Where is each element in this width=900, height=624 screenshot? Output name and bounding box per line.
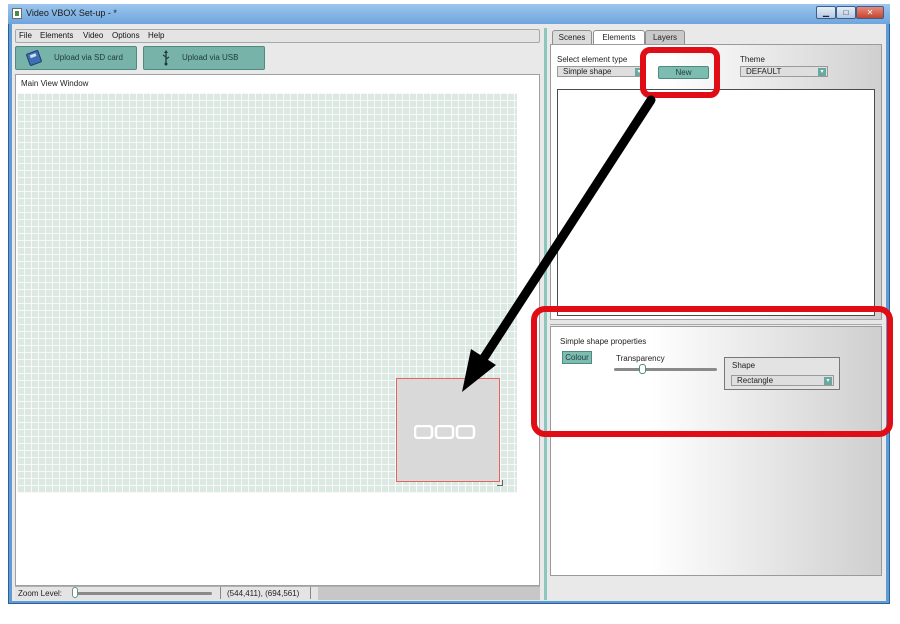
zoom-label: Zoom Level: <box>18 589 63 598</box>
main-view-label: Main View Window <box>21 79 89 88</box>
select-element-type-label: Select element type <box>557 55 628 64</box>
maximize-button[interactable]: □ <box>836 6 856 19</box>
menu-options[interactable]: Options <box>112 31 140 40</box>
zoom-slider-track[interactable] <box>72 592 212 595</box>
usb-icon <box>162 50 170 66</box>
element-type-select[interactable]: Simple shape ▾ <box>557 66 645 77</box>
resize-handle[interactable] <box>497 480 503 486</box>
tab-scenes[interactable]: Scenes <box>552 30 592 44</box>
theme-value: DEFAULT <box>746 67 782 76</box>
upload-usb-label: Upload via USB <box>182 53 239 62</box>
selection-coordinates: (544,411), (694,561) <box>227 589 300 598</box>
tab-elements[interactable]: Elements <box>593 30 645 44</box>
elements-list[interactable] <box>557 89 875 316</box>
sd-card-icon <box>26 50 42 66</box>
element-type-value: Simple shape <box>563 67 612 76</box>
title-bar[interactable] <box>8 4 890 24</box>
status-separator <box>310 587 311 599</box>
upload-sd-label: Upload via SD card <box>54 53 123 62</box>
status-separator <box>220 587 221 599</box>
bottom-bar <box>550 576 882 600</box>
close-button[interactable]: ✕ <box>856 6 884 19</box>
theme-select[interactable]: DEFAULT ▾ <box>740 66 828 77</box>
status-fill <box>318 587 540 600</box>
zoom-slider-thumb[interactable] <box>71 587 78 598</box>
menu-elements[interactable]: Elements <box>40 31 73 40</box>
menu-help[interactable]: Help <box>148 31 164 40</box>
menu-video[interactable]: Video <box>83 31 103 40</box>
dropdown-arrow-icon: ▾ <box>818 68 826 76</box>
menu-file[interactable]: File <box>19 31 32 40</box>
tab-layers[interactable]: Layers <box>645 30 685 44</box>
highlight-new-button <box>640 47 720 98</box>
window-title: Video VBOX Set-up - * <box>26 8 117 18</box>
minimize-button[interactable]: ▁ <box>816 6 836 19</box>
upload-sd-button[interactable]: Upload via SD card <box>15 46 137 70</box>
upload-usb-button[interactable]: Upload via USB <box>143 46 265 70</box>
app-icon <box>12 8 22 19</box>
theme-label: Theme <box>740 55 765 64</box>
highlight-properties <box>531 306 893 437</box>
shape-element-icon <box>414 425 476 439</box>
